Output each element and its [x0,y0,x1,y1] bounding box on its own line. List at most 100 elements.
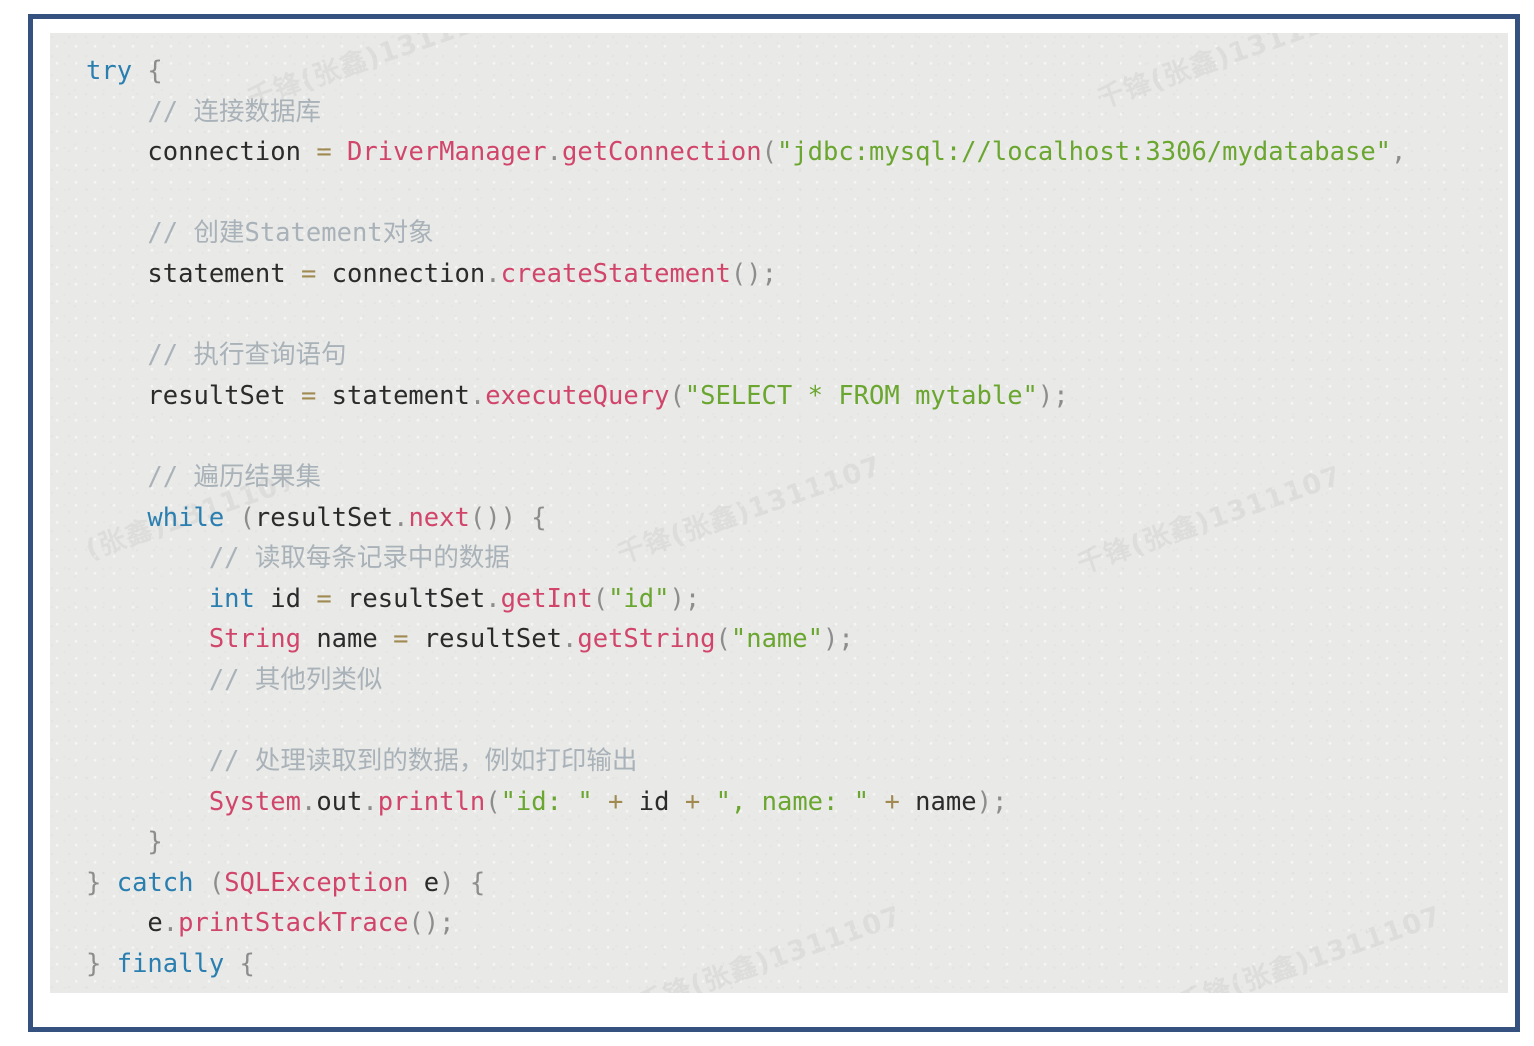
code-token-pun: . [546,137,562,168]
code-token-kw: while [147,502,225,533]
code-token-pun: . [362,786,378,817]
code-token-pun: . [300,786,317,817]
code-token-fn: printStackTrace [178,908,409,939]
code-token-str: ", name: " [715,786,870,817]
code-token-cmt: // 执行查询语句 [147,340,347,371]
code-line: // 读取每条记录中的数据 [50,538,1406,579]
code-token-pln [101,949,116,979]
code-token-pun: { [469,867,486,898]
code-token-str: "name" [730,624,823,655]
code-token-pun: ; [684,583,701,614]
code-listing: try { // 连接数据库 connection = DriverManage… [50,33,1406,985]
code-token-pun: ( [669,380,685,411]
code-token-pln [593,787,608,817]
code-token-pun: ; [439,908,455,939]
code-block-panel: 千锋(张鑫)1311107 千锋(张鑫)1311107 (张鑫)1311107 千锋(… [50,33,1508,993]
code-token-pln [255,584,270,614]
code-token-op: = [393,624,409,655]
code-token-pln: e [423,867,440,898]
code-token-pln [286,259,301,289]
code-token-pln [332,137,347,167]
code-token-pln [301,584,316,614]
code-token-pln: id [270,583,301,614]
code-token-pln [455,868,470,898]
code-token-pln: resultSet [254,502,394,533]
code-line: connection = DriverManager.getConnection… [50,132,1406,173]
page-root: 千锋(张鑫)1311107 千锋(张鑫)1311107 (张鑫)1311107 千锋(… [0,0,1534,1046]
code-token-pun: ; [1053,380,1069,411]
code-token-pln [516,503,531,533]
code-token-op: = [300,258,317,289]
code-token-pln [869,787,884,817]
code-token-cls: String [208,624,301,655]
code-token-pun: ; [761,258,777,289]
code-token-pun: } [147,827,163,858]
code-token-str: "SELECT * FROM mytable" [684,380,1038,411]
code-token-pun: ( [715,624,731,655]
code-token-fn: getInt [500,583,593,614]
code-line: resultSet = statement.executeQuery("SELE… [50,376,1406,417]
code-token-pun: { [239,949,255,980]
code-token-cls: System [208,786,301,817]
code-token-pun: ) [1037,380,1054,411]
code-token-pln [224,503,239,533]
code-token-kw: catch [116,867,194,898]
code-token-pln [378,624,393,654]
code-token-pun: ( [485,786,501,817]
code-token-pln [669,787,684,817]
code-line: e.printStackTrace(); [50,903,1406,944]
code-token-pun: . [393,502,409,533]
code-token-pln [316,381,331,411]
code-token-pun: () [730,258,762,289]
code-token-fn: getConnection [561,137,762,168]
code-token-pln [700,787,715,817]
code-token-kw: finally [116,949,225,980]
code-token-op: = [316,137,332,168]
code-line: // 处理读取到的数据，例如打印输出 [50,741,1406,782]
code-line: String name = resultSet.getString("name"… [50,619,1406,660]
code-token-fn: executeQuery [485,380,670,411]
code-token-op: + [684,786,701,817]
code-token-op: = [300,380,317,411]
code-token-pln [408,868,423,898]
code-token-pln [408,624,423,654]
code-token-pln [316,259,331,289]
code-line: statement = connection.createStatement()… [50,254,1406,295]
code-token-pln [900,787,915,817]
code-token-cmt: // 连接数据库 [147,96,321,127]
code-token-pun: ) [976,786,992,817]
code-token-pun: . [485,583,501,614]
code-token-cmt: // 创建Statement对象 [147,218,434,249]
code-token-pun: ()) [469,502,516,533]
code-line: // 其他列类似 [50,660,1406,701]
code-token-pln: name [915,786,977,817]
code-token-op: + [608,786,624,817]
code-line: // 连接数据库 [50,92,1406,133]
document-frame: 千锋(张鑫)1311107 千锋(张鑫)1311107 (张鑫)1311107 千锋(… [28,14,1520,1032]
code-token-op: + [884,786,900,817]
code-token-pln [301,624,316,654]
code-line: while (resultSet.next()) { [50,498,1406,539]
code-token-pln: statement [147,258,286,289]
code-token-pun: ( [239,502,255,533]
code-token-pun: ) [439,867,455,898]
code-token-pun: ; [991,786,1008,817]
code-token-pun: } [86,867,102,898]
code-token-pun: { [147,56,163,86]
code-line: int id = resultSet.getInt("id"); [50,579,1406,620]
code-token-fn: getString [577,624,716,655]
code-token-kw: int [208,583,255,614]
code-token-str: "id: " [500,786,593,817]
